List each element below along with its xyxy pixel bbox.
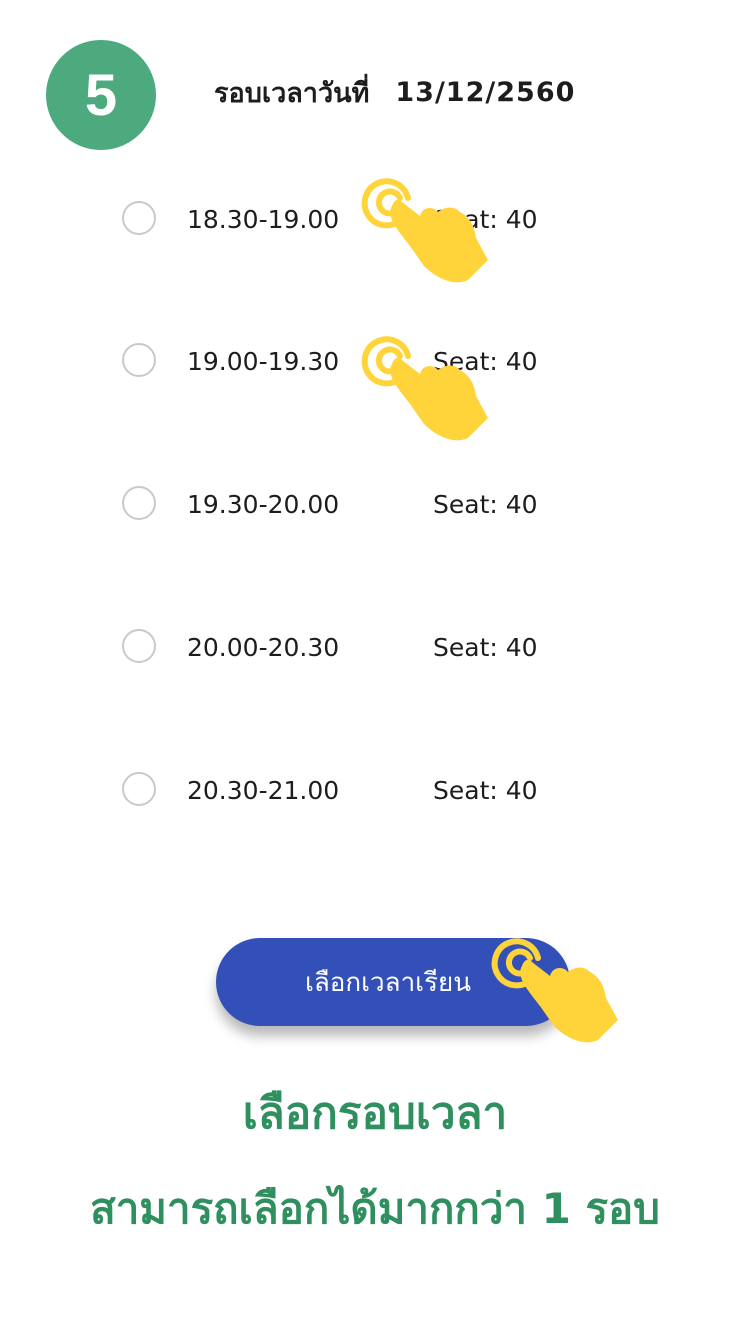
choose-time-button-label: เลือกเวลาเรียน bbox=[304, 967, 472, 998]
slot-seat-count: Seat: 40 bbox=[433, 489, 538, 519]
slot-time: 18.30-19.00 bbox=[187, 204, 340, 234]
slot-radio[interactable] bbox=[122, 629, 156, 663]
slot-seat-count: Seat: 40 bbox=[433, 775, 538, 805]
slot-time: 20.30-21.00 bbox=[187, 775, 340, 805]
page-title: รอบเวลาวันที่ 13/12/2560 bbox=[214, 72, 575, 112]
slot-radio[interactable] bbox=[122, 486, 156, 520]
slot-time: 19.30-20.00 bbox=[187, 489, 340, 519]
time-slot-row[interactable]: 20.00-20.30 Seat: 40 bbox=[0, 617, 750, 677]
tap-hand-icon bbox=[491, 938, 618, 1043]
slot-seat-count: Seat: 40 bbox=[433, 632, 538, 662]
slot-time: 19.00-19.30 bbox=[187, 346, 340, 376]
time-slot-row[interactable]: 20.30-21.00 Seat: 40 bbox=[0, 760, 750, 820]
slot-radio[interactable] bbox=[122, 772, 156, 806]
time-slot-row[interactable]: 19.30-20.00 Seat: 40 bbox=[0, 474, 750, 534]
slot-radio[interactable] bbox=[122, 201, 156, 235]
tap-hand-icon bbox=[361, 178, 488, 283]
slot-radio[interactable] bbox=[122, 343, 156, 377]
tap-hand-icon bbox=[361, 336, 488, 441]
instruction-caption: เลือกรอบเวลา bbox=[242, 1088, 508, 1139]
title-date: 13/12/2560 bbox=[395, 76, 576, 108]
title-label: รอบเวลาวันที่ bbox=[214, 77, 370, 109]
step-number-badge: 5 bbox=[46, 40, 156, 150]
slot-time: 20.00-20.30 bbox=[187, 632, 340, 662]
instruction-subcaption: สามารถเลือกได้มากกว่า 1 รอบ bbox=[90, 1184, 660, 1233]
